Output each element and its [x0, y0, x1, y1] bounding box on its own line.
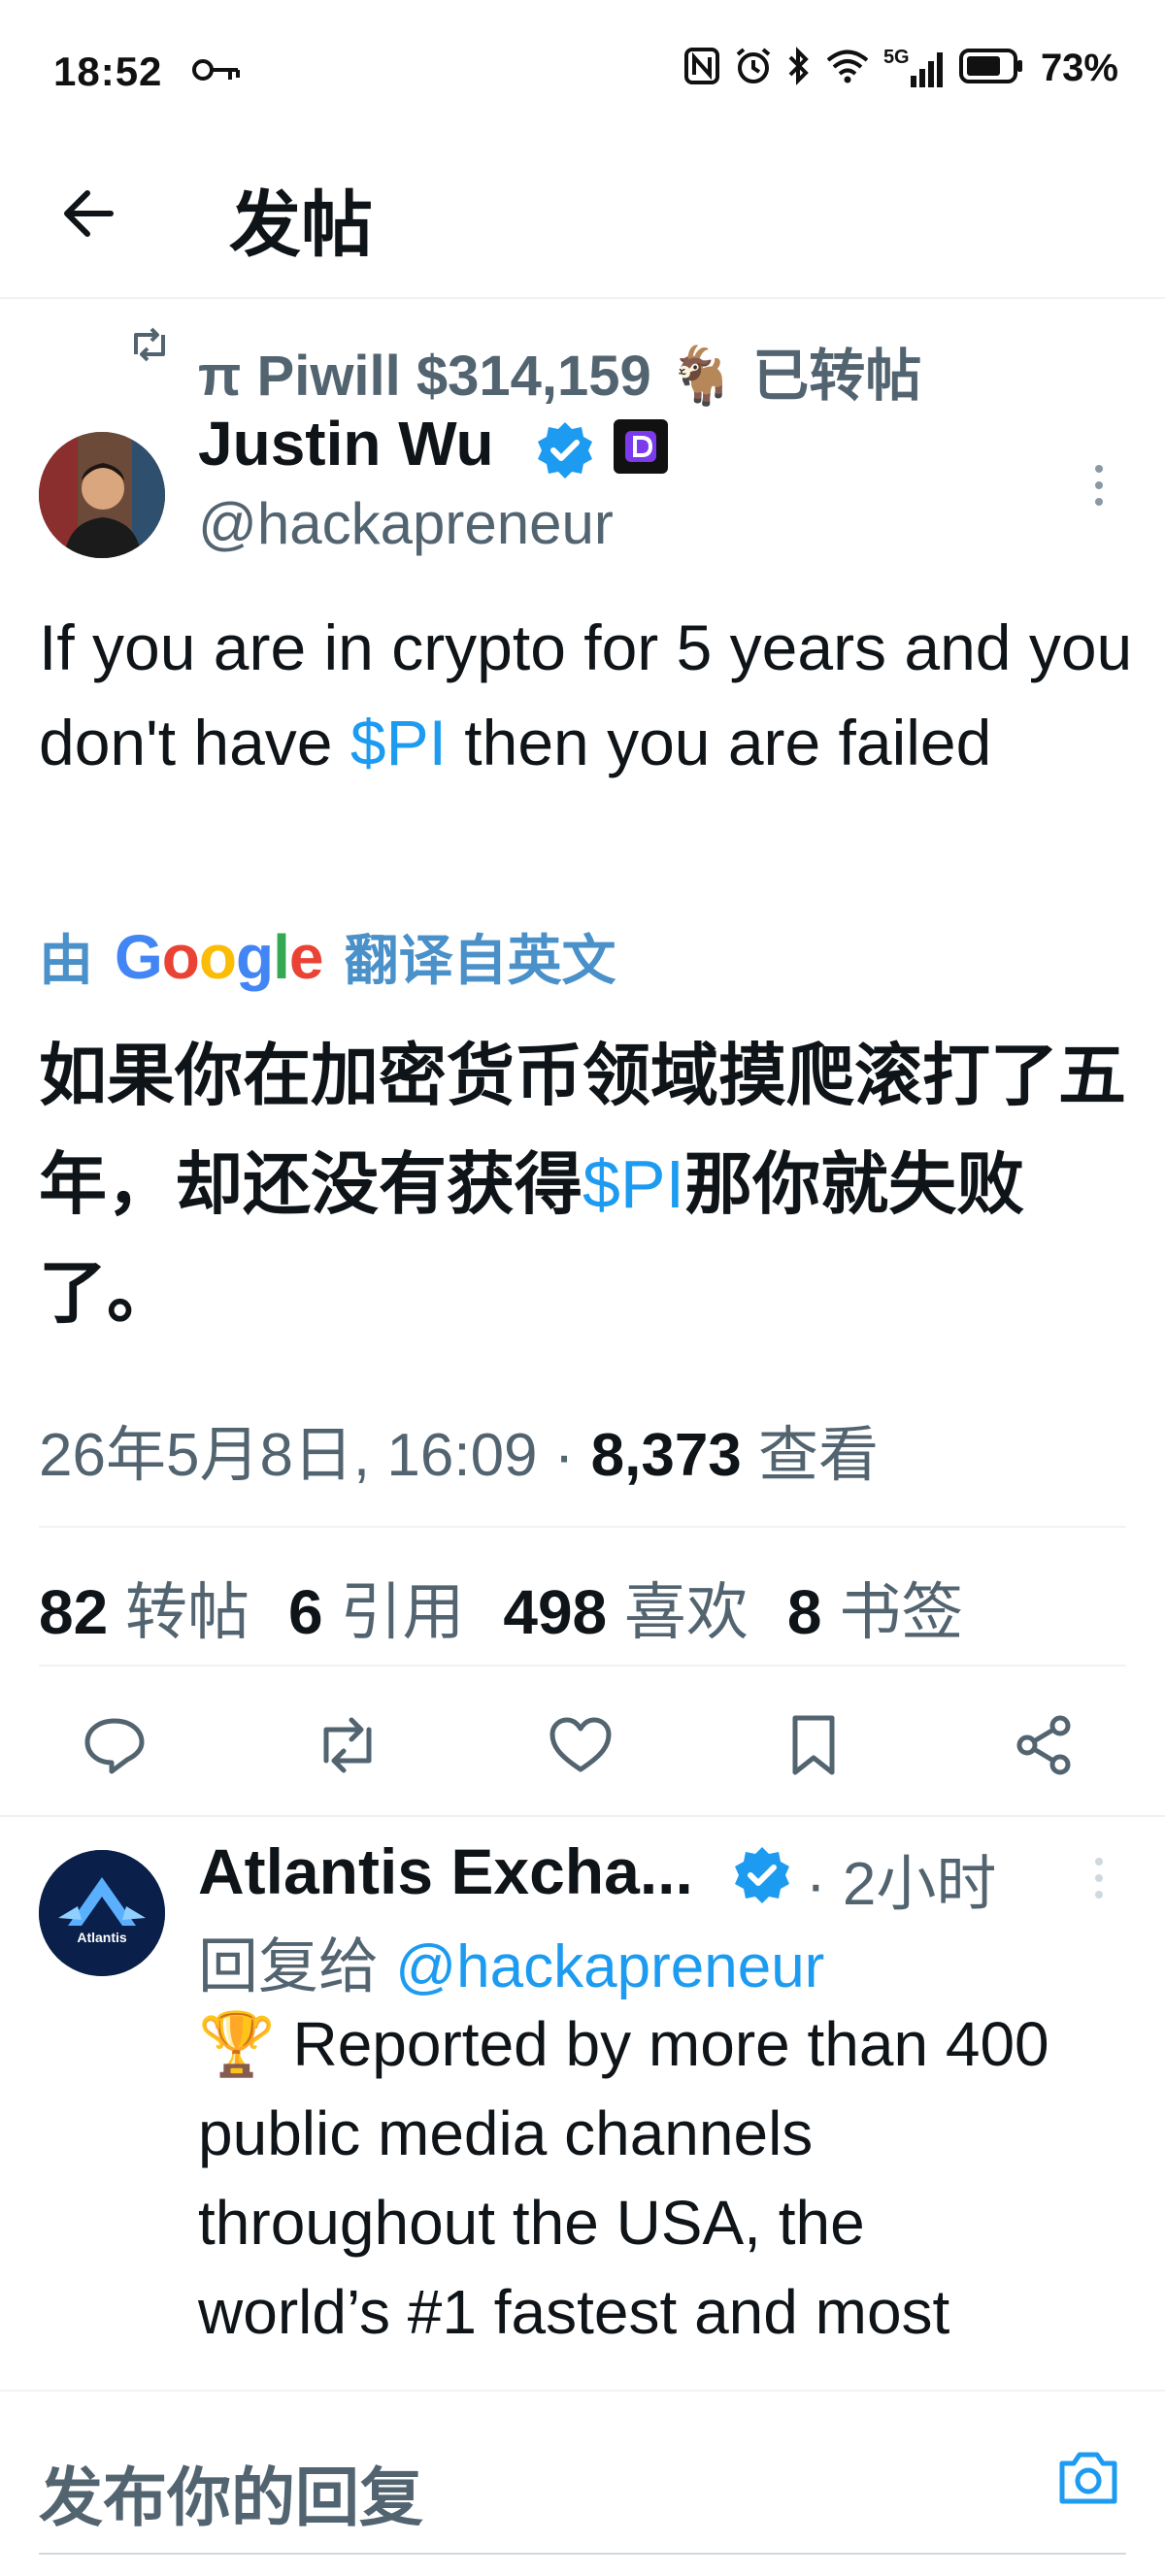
compose-underline [39, 2553, 1126, 2555]
author-handle[interactable]: @hackapreneur [198, 490, 614, 557]
tweet-timestamp: 26年5月8日, 16:09 · [39, 1422, 591, 1489]
divider [39, 1665, 1126, 1667]
author-avatar[interactable] [39, 432, 165, 558]
more-options-icon[interactable] [1087, 461, 1111, 514]
reposts-stat[interactable]: 82 转帖 [39, 1577, 250, 1647]
like-button[interactable] [546, 1710, 616, 1780]
share-button[interactable] [1010, 1710, 1080, 1780]
reply-time: · 2小时 [806, 1851, 997, 1918]
page-title: 发帖 [229, 184, 373, 265]
repost-icon [323, 1717, 372, 1773]
reply-icon [84, 1718, 145, 1774]
divider [39, 1526, 1126, 1528]
likes-count: 498 [503, 1577, 608, 1647]
reply-avatar-label: Atlantis [77, 1930, 127, 1945]
affiliate-badge-icon [614, 419, 668, 474]
translated-text: 如果你在加密货币领域摸爬滚打了五年，却还没有获得$PI那你就失败了。 [39, 1021, 1146, 1347]
verified-badge-icon [534, 419, 596, 486]
replying-to: 回复给 @hackapreneur [198, 1917, 824, 2004]
wifi-icon [825, 48, 870, 89]
status-time: 18:52 [53, 49, 163, 94]
likes-label: 喜欢 [607, 1577, 749, 1647]
bookmarks-count: 8 [786, 1577, 822, 1647]
bookmarks-stat[interactable]: 8 书签 [787, 1577, 963, 1647]
heart-icon [549, 1717, 612, 1772]
views-count: 8,373 [590, 1422, 742, 1489]
nfc-icon [683, 47, 720, 90]
reply-button[interactable] [80, 1710, 150, 1780]
bluetooth-icon [786, 47, 812, 90]
battery-icon [958, 48, 1023, 89]
verified-badge-icon [731, 1844, 793, 1911]
views-label: 查看 [741, 1422, 880, 1489]
quotes-stat[interactable]: 6 引用 [288, 1577, 464, 1647]
google-logo: Google [115, 921, 323, 992]
tweet-text: If you are in crypto for 5 years and you… [39, 600, 1136, 790]
tweet-text-part: then you are failed [446, 707, 992, 778]
bookmark-button[interactable] [779, 1710, 849, 1780]
bookmarks-label: 书签 [821, 1577, 964, 1647]
status-bar: 18:52 5G 73% [0, 0, 1165, 146]
translate-prefix: 由 [39, 930, 93, 991]
author-name[interactable]: Justin Wu [198, 408, 494, 479]
repost-small-icon [128, 327, 171, 367]
vpn-key-icon [191, 56, 242, 88]
replying-to-label: 回复给 [198, 1933, 396, 2000]
top-app-bar [0, 146, 1165, 299]
share-icon [1016, 1715, 1071, 1775]
tweet-meta: 26年5月8日, 16:09 · 8,373 查看 [39, 1405, 879, 1493]
back-arrow-icon[interactable] [56, 180, 124, 248]
camera-icon[interactable] [1056, 2450, 1120, 2511]
alarm-icon [734, 47, 773, 90]
reposted-by-label[interactable]: π Piwill $314,159 🐐 已转帖 [198, 330, 921, 412]
quotes-count: 6 [287, 1577, 323, 1647]
cellular-signal-icon: 5G [883, 47, 946, 89]
engagement-stats: 82 转帖 6 引用 498 喜欢 8 书签 [39, 1563, 963, 1652]
reposts-label: 转帖 [108, 1577, 250, 1647]
divider [0, 1815, 1165, 1817]
bookmark-icon [792, 1715, 835, 1775]
repost-button[interactable] [313, 1710, 383, 1780]
reply-author-avatar[interactable]: Atlantis [39, 1850, 165, 1976]
cashtag-link[interactable]: $PI [350, 707, 447, 778]
reply-input[interactable]: 发布你的回复 [39, 2446, 423, 2539]
status-icons: 5G 73% [683, 47, 1118, 90]
reply-author-name[interactable]: Atlantis Excha... [198, 1834, 693, 1908]
translated-cashtag-link[interactable]: $PI [582, 1146, 684, 1222]
quotes-label: 引用 [340, 1577, 465, 1647]
likes-stat[interactable]: 498 喜欢 [503, 1577, 749, 1647]
reply-text: 🏆 Reported by more than 400 public media… [198, 2009, 1049, 2347]
battery-percentage: 73% [1040, 47, 1118, 89]
reply-more-options-icon[interactable] [1087, 1854, 1111, 1907]
reposts-count: 82 [39, 1577, 109, 1647]
mention-link[interactable]: @hackapreneur [395, 1933, 824, 2000]
translation-attribution[interactable]: 由 Google 翻译自英文 [39, 917, 616, 996]
translate-suffix: 翻译自英文 [344, 930, 616, 991]
